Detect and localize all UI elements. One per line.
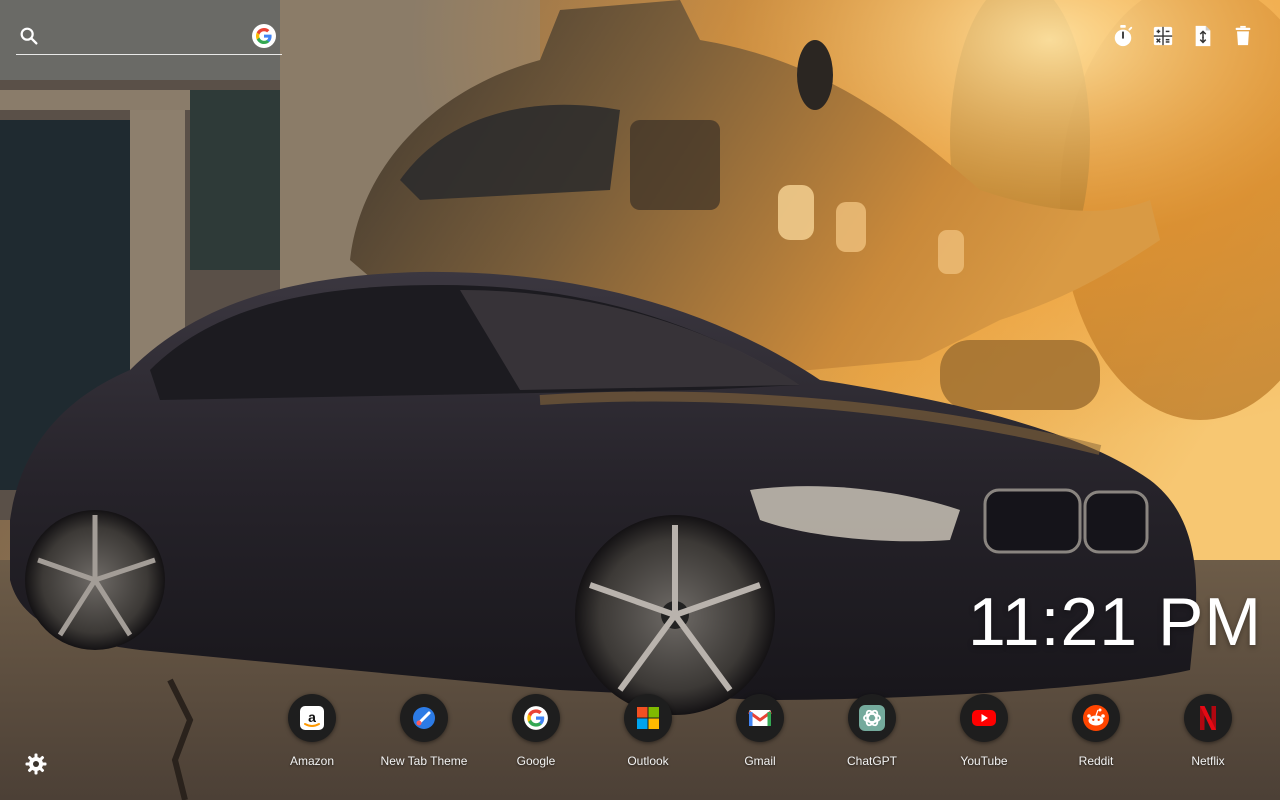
outlook-icon[interactable]: [624, 694, 672, 742]
shortcut-amazon[interactable]: a Amazon: [256, 694, 368, 769]
wallpaper-background: [0, 0, 1280, 800]
shortcut-label: New Tab Theme: [380, 754, 468, 768]
netflix-icon[interactable]: [1184, 694, 1232, 742]
shortcut-label: Netflix: [1191, 754, 1225, 768]
settings-button[interactable]: [24, 752, 48, 776]
gear-icon[interactable]: [24, 752, 48, 776]
chatgpt-icon[interactable]: [848, 694, 896, 742]
search-input[interactable]: [48, 24, 248, 50]
youtube-icon[interactable]: [960, 694, 1008, 742]
shortcut-label: ChatGPT: [846, 754, 897, 768]
trash-icon[interactable]: [1232, 24, 1254, 48]
shortcut-outlook[interactable]: Outlook: [592, 694, 704, 769]
shortcut-dock: a Amazon New Tab Theme Google Outlook Gm…: [256, 694, 1264, 774]
shortcut-label: Google: [516, 754, 556, 768]
shortcut-netflix[interactable]: Netflix: [1152, 694, 1264, 769]
clock-display: 11:21 PM: [967, 584, 1262, 660]
shortcut-label: Amazon: [289, 754, 335, 768]
shortcut-youtube[interactable]: YouTube: [928, 694, 1040, 769]
search-bar[interactable]: [16, 18, 282, 55]
shortcut-label: Gmail: [744, 754, 776, 768]
google-icon[interactable]: [252, 24, 276, 48]
search-icon[interactable]: [18, 25, 40, 47]
wallpaper-scene: [0, 0, 1280, 800]
reddit-icon[interactable]: [1072, 694, 1120, 742]
top-toolbar: [1112, 24, 1254, 48]
new-tab-theme-icon[interactable]: [400, 694, 448, 742]
shortcut-new-tab-theme[interactable]: New Tab Theme: [368, 694, 480, 769]
shortcut-google[interactable]: Google: [480, 694, 592, 769]
shortcut-gmail[interactable]: Gmail: [704, 694, 816, 769]
shortcut-label: Outlook: [627, 754, 669, 768]
shortcut-label: YouTube: [960, 754, 1008, 768]
svg-text:a: a: [308, 709, 316, 725]
calculator-icon[interactable]: [1152, 24, 1174, 48]
shortcut-chatgpt[interactable]: ChatGPT: [816, 694, 928, 769]
gmail-icon[interactable]: [736, 694, 784, 742]
shortcut-reddit[interactable]: Reddit: [1040, 694, 1152, 769]
timer-icon[interactable]: [1112, 24, 1134, 48]
file-transfer-icon[interactable]: [1192, 24, 1214, 48]
google-icon[interactable]: [512, 694, 560, 742]
amazon-icon[interactable]: a: [288, 694, 336, 742]
shortcut-label: Reddit: [1078, 754, 1114, 768]
